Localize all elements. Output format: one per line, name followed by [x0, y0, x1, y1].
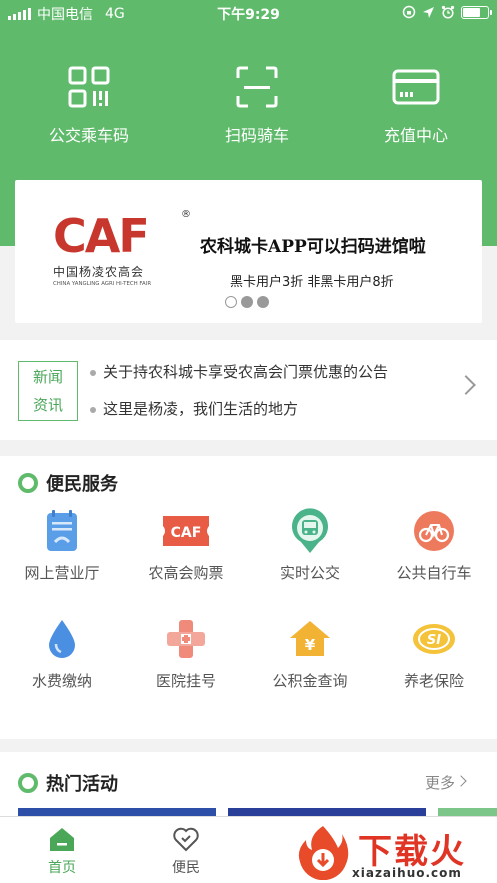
tab-convenience[interactable]: 便民: [124, 825, 248, 877]
news-section[interactable]: 新闻 资讯 关于持农科城卡享受农高会门票优惠的公告 这里是杨凌，我们生活的地方: [0, 340, 497, 440]
caf-logo: CAF ® 中国杨凌农高会 CHINA YANGLING AGRI HI-TEC…: [53, 209, 191, 287]
service-online-hall[interactable]: 网上营业厅: [0, 508, 124, 583]
section-title: 热门活动: [18, 770, 118, 796]
service-caf-ticket[interactable]: CAF 农高会购票: [124, 508, 248, 583]
rotation-lock-icon: [402, 5, 416, 19]
caf-logo-cn: 中国杨凌农高会: [53, 265, 145, 279]
chevron-right-icon[interactable]: [455, 775, 467, 787]
service-label: 农高会购票: [148, 564, 224, 582]
caf-logo-text: CAF: [53, 209, 150, 263]
service-label: 水费缴纳: [31, 672, 92, 690]
housing-fund-icon: ¥: [290, 621, 330, 656]
tab-home[interactable]: 首页: [0, 825, 124, 877]
hospital-icon: [167, 620, 205, 658]
watermark: 下载火 xiazaihuo.com: [290, 818, 497, 883]
section-title: 便民服务: [18, 470, 118, 496]
qr-code-icon: [68, 66, 110, 108]
service-hospital[interactable]: 医院挂号: [124, 616, 248, 691]
flame-logo-icon: [298, 826, 349, 880]
caf-ticket-icon: CAF: [163, 516, 209, 546]
service-label: 公共自行车: [396, 564, 472, 582]
service-housing-fund[interactable]: ¥ 公积金查询: [248, 616, 372, 691]
service-pension[interactable]: SI 养老保险: [372, 616, 496, 691]
more-link[interactable]: 更多: [425, 772, 455, 793]
bicycle-icon: [414, 511, 454, 551]
registered-mark: ®: [181, 209, 191, 220]
svg-text:¥: ¥: [305, 636, 316, 654]
water-drop-icon: [49, 620, 75, 658]
service-water-bill[interactable]: 水费缴纳: [0, 616, 124, 691]
tab-label: 首页: [48, 860, 76, 876]
quick-action-bus-code[interactable]: 公交乘车码: [6, 66, 172, 146]
home-icon: [50, 828, 74, 851]
online-hall-icon: [47, 510, 77, 551]
chevron-right-icon[interactable]: [456, 375, 476, 395]
service-label: 实时公交: [279, 564, 340, 582]
pagination-dot[interactable]: [257, 296, 269, 308]
news-tag-line1: 新闻: [32, 368, 63, 386]
service-label: 公积金查询: [272, 672, 348, 690]
watermark-url: xiazaihuo.com: [352, 866, 462, 880]
service-label: 养老保险: [403, 672, 464, 690]
service-label: 网上营业厅: [24, 564, 100, 582]
news-tag: 新闻 资讯: [18, 361, 78, 421]
promo-banner[interactable]: CAF ® 中国杨凌农高会 CHINA YANGLING AGRI HI-TEC…: [15, 180, 482, 323]
heart-icon: [173, 827, 199, 852]
svg-text:SI: SI: [427, 633, 441, 648]
status-right: [402, 5, 492, 19]
section-dot-icon: [18, 773, 38, 793]
services-section: 便民服务 网上营业厅 CAF 农高会购票 实时公交 公共自行车 水费缴纳 医院挂…: [0, 456, 497, 739]
quick-action-scan-bike[interactable]: 扫码骑车: [174, 66, 340, 146]
status-bar: 中国电信 4G 下午9:29: [0, 0, 497, 26]
caf-logo-en: CHINA YANGLING AGRI HI-TECH FAIR: [53, 280, 152, 287]
scan-icon: [236, 66, 278, 108]
service-public-bike[interactable]: 公共自行车: [372, 508, 496, 583]
battery-icon: [461, 5, 492, 19]
banner-pagination: [225, 296, 269, 308]
section-title-text: 热门活动: [46, 774, 118, 795]
alarm-icon: [441, 5, 455, 19]
quick-action-label: 扫码骑车: [224, 126, 289, 145]
quick-action-recharge[interactable]: 充值中心: [333, 66, 497, 146]
bus-icon: [292, 508, 328, 553]
news-tag-line2: 资讯: [32, 396, 63, 414]
service-realtime-bus[interactable]: 实时公交: [248, 508, 372, 583]
news-item[interactable]: 这里是杨凌，我们生活的地方: [90, 397, 388, 434]
quick-action-label: 公交乘车码: [48, 126, 129, 145]
card-icon: [392, 69, 440, 105]
location-icon: [423, 6, 434, 18]
activities-section: 热门活动 更多: [0, 752, 497, 822]
tab-label: 便民: [172, 860, 200, 876]
pagination-dot-active[interactable]: [225, 296, 237, 308]
banner-title: 农科城卡APP可以扫码进馆啦: [200, 237, 426, 257]
quick-action-label: 充值中心: [383, 126, 448, 145]
section-title-text: 便民服务: [46, 474, 118, 495]
news-item[interactable]: 关于持农科城卡享受农高会门票优惠的公告: [90, 360, 388, 397]
svg-text:CAF: CAF: [171, 525, 202, 541]
service-label: 医院挂号: [155, 672, 216, 690]
banner-subtitle: 黑卡用户3折 非黑卡用户8折: [230, 275, 394, 290]
section-dot-icon: [18, 473, 38, 493]
pagination-dot[interactable]: [241, 296, 253, 308]
pension-insurance-icon: SI: [413, 624, 455, 654]
news-list: 关于持农科城卡享受农高会门票优惠的公告 这里是杨凌，我们生活的地方: [90, 360, 388, 434]
